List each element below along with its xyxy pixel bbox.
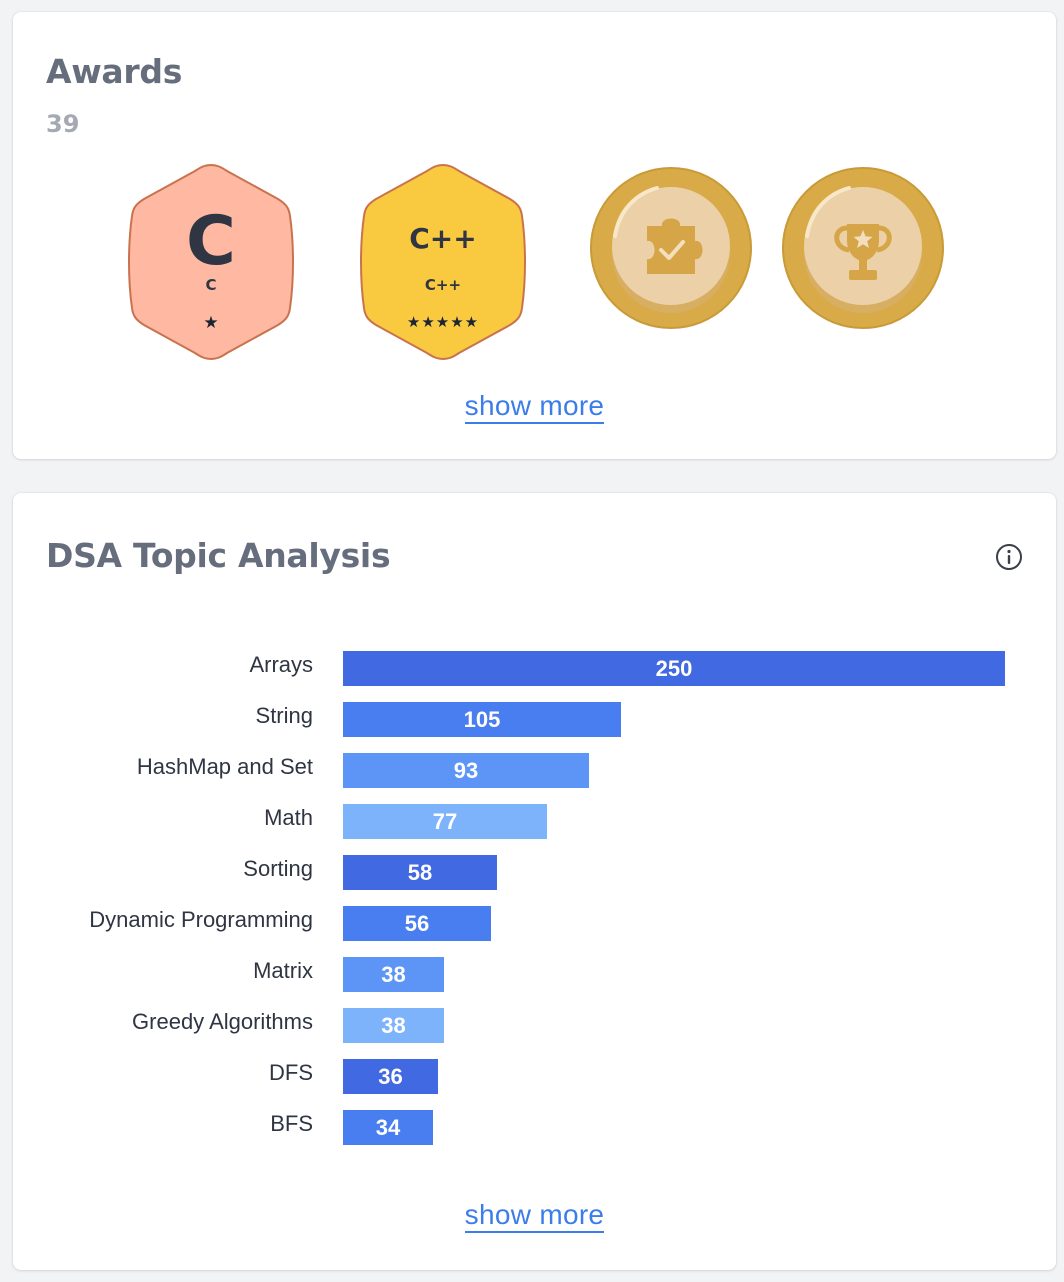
bar-value-label: 77 [432,808,458,834]
bar[interactable]: 56 [343,906,491,941]
bar-label: Greedy Algorithms [132,1009,313,1034]
bar-value-label: 93 [453,757,479,783]
dsa-topic-card: DSA Topic Analysis Arrays 250 String 105 Has… [13,493,1056,1270]
bar[interactable]: 38 [343,957,444,992]
bar-value-label: 38 [381,961,406,987]
bar-label: Sorting [243,856,313,881]
dsa-topic-chart: Arrays 250 String 105 HashMap and Set 93 Math 7… [13,493,1056,1270]
show-more-label[interactable]: show more [464,1199,605,1233]
badge-trophy-medal[interactable] [781,166,945,330]
bar[interactable]: 93 [343,753,589,788]
bar[interactable]: 36 [343,1059,438,1094]
bar[interactable]: 38 [343,1008,444,1043]
bar-label: Matrix [253,958,313,983]
bar-label: String [255,703,313,728]
bar-value-label: 56 [404,910,430,936]
awards-title: Awards [46,52,183,91]
bar-label: BFS [270,1111,313,1136]
bar-value-label: 105 [463,706,501,732]
bar-label: DFS [269,1060,313,1085]
awards-card: Awards 39 C C ★ C++ C++ ★★★★★ show more [13,12,1056,459]
bar-label: HashMap and Set [136,754,313,779]
awards-count: 39 [46,110,80,138]
c-logo-icon: C [186,202,236,281]
bar[interactable]: 250 [343,651,1005,686]
awards-show-more-link[interactable]: show more [13,390,1056,424]
puzzle-check-icon [647,218,703,274]
bar[interactable]: 77 [343,804,547,839]
dsa-show-more-link[interactable]: show more [13,1199,1056,1233]
bar[interactable]: 105 [343,702,621,737]
bar-label: Dynamic Programming [89,907,313,932]
star-rating: ★ [203,313,218,333]
bar-value-label: 250 [655,655,693,681]
show-more-label[interactable]: show more [464,390,605,424]
bar[interactable]: 34 [343,1110,433,1145]
bar-value-label: 58 [407,859,433,885]
star-rating: ★★★★★ [407,313,479,331]
badge-puzzle-medal[interactable] [589,166,753,330]
badge-label: C++ [425,276,461,294]
bar-label: Math [264,805,313,830]
badge-cpp[interactable]: C++ C++ ★★★★★ [358,162,528,362]
bar-label: Arrays [249,652,313,677]
bar[interactable]: 58 [343,855,497,890]
cpp-logo-icon: C++ [409,222,476,255]
badge-c[interactable]: C C ★ [126,162,296,362]
bar-value-label: 36 [378,1063,403,1089]
badge-label: C [205,276,216,294]
bar-value-label: 38 [381,1012,406,1038]
bar-value-label: 34 [375,1114,401,1140]
